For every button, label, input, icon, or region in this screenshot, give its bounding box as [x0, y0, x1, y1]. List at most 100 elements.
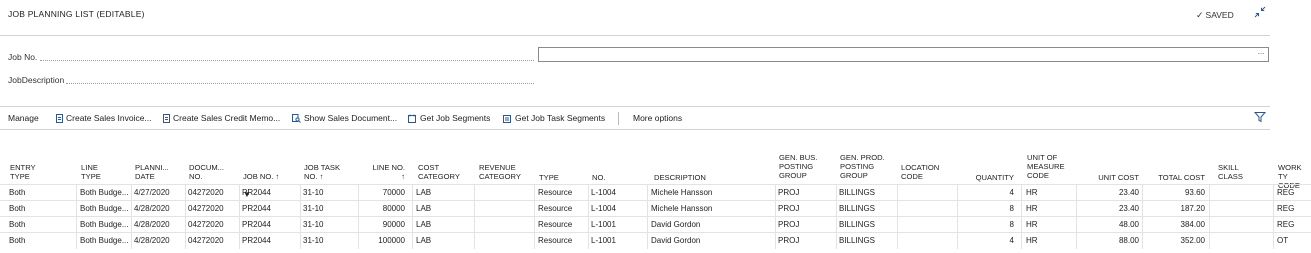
- cell-uom[interactable]: HR: [1026, 204, 1078, 213]
- cell-line-no[interactable]: 70000: [360, 188, 405, 197]
- collapse-icon[interactable]: [1254, 6, 1268, 20]
- cell-planning-date[interactable]: 4/28/2020: [134, 236, 186, 245]
- create-sales-invoice-button[interactable]: Create Sales Invoice...: [56, 113, 152, 123]
- cell-description[interactable]: Michele Hansson: [651, 204, 773, 213]
- col-line-type[interactable]: LINE TYPE: [81, 163, 101, 181]
- cell-line-type[interactable]: Both Budge...: [80, 220, 132, 229]
- cell-entry-type[interactable]: Both: [9, 220, 69, 229]
- col-line-no[interactable]: LINE NO. ↑: [360, 163, 406, 181]
- lookup-icon[interactable]: ···: [1258, 49, 1265, 58]
- cell-quantity[interactable]: 4: [960, 236, 1014, 245]
- cell-planning-date[interactable]: 4/27/2020: [134, 188, 186, 197]
- cell-unit-cost[interactable]: 48.00: [1080, 220, 1139, 229]
- cell-quantity[interactable]: 8: [960, 204, 1014, 213]
- cell-quantity[interactable]: 8: [960, 220, 1014, 229]
- cell-line-no[interactable]: 100000: [360, 236, 405, 245]
- table-row[interactable]: Both Both Budge... 4/28/2020 04272020 PR2044…: [0, 216, 1311, 233]
- cell-line-type[interactable]: Both Budge...: [80, 236, 132, 245]
- filter-icon[interactable]: [1254, 111, 1266, 123]
- table-row[interactable]: Both Both Budge... 4/27/2020 04272020 PR2044…: [0, 184, 1311, 201]
- cell-line-type[interactable]: Both Budge...: [80, 204, 132, 213]
- cell-entry-type[interactable]: Both: [9, 204, 69, 213]
- cell-work-type[interactable]: REG: [1277, 188, 1311, 197]
- col-planning-date[interactable]: PLANNI... DATE: [135, 163, 169, 181]
- col-total-cost[interactable]: TOTAL COST: [1145, 173, 1205, 182]
- col-unit-cost[interactable]: UNIT COST: [1080, 173, 1139, 182]
- col-location-code[interactable]: LOCATION CODE: [901, 163, 939, 181]
- more-options-button[interactable]: More options: [633, 113, 682, 123]
- cell-description[interactable]: David Gordon: [651, 236, 773, 245]
- cell-uom[interactable]: HR: [1026, 236, 1078, 245]
- create-sales-credit-memo-button[interactable]: Create Sales Credit Memo...: [163, 113, 280, 123]
- get-job-task-segments-button[interactable]: Get Job Task Segments: [503, 113, 605, 123]
- cell-type[interactable]: Resource: [538, 220, 590, 229]
- cell-document-no[interactable]: 04272020: [188, 204, 240, 213]
- col-job-task-no[interactable]: JOB TASK NO. ↑: [304, 163, 340, 181]
- col-quantity[interactable]: QUANTITY: [960, 173, 1014, 182]
- col-skill-class[interactable]: SKILL CLASS: [1218, 163, 1243, 181]
- col-description[interactable]: DESCRIPTION: [654, 173, 706, 182]
- cell-job-task-no[interactable]: 31-10: [303, 236, 358, 245]
- cell-document-no[interactable]: 04272020: [188, 236, 240, 245]
- cell-cost-category[interactable]: LAB: [416, 204, 472, 213]
- col-type[interactable]: TYPE: [539, 173, 559, 182]
- cell-job-no[interactable]: PR2044: [242, 188, 300, 197]
- cell-gen-bus[interactable]: PROJ: [778, 220, 836, 229]
- cell-line-no[interactable]: 80000: [360, 204, 405, 213]
- cell-type[interactable]: Resource: [538, 188, 590, 197]
- cell-no[interactable]: L-1001: [591, 236, 649, 245]
- cell-gen-prod[interactable]: BILLINGS: [839, 188, 897, 197]
- job-no-input[interactable]: ···: [538, 47, 1269, 62]
- cell-work-type[interactable]: REG: [1277, 220, 1311, 229]
- cell-gen-bus[interactable]: PROJ: [778, 204, 836, 213]
- cell-document-no[interactable]: 04272020: [188, 220, 240, 229]
- col-revenue-category[interactable]: REVENUE CATEGORY: [479, 163, 521, 181]
- cell-cost-category[interactable]: LAB: [416, 220, 472, 229]
- cell-planning-date[interactable]: 4/28/2020: [134, 220, 186, 229]
- cell-gen-prod[interactable]: BILLINGS: [839, 220, 897, 229]
- col-gen-bus-posting-group[interactable]: GEN. BUS. POSTING GROUP: [779, 153, 817, 180]
- cell-unit-cost[interactable]: 23.40: [1080, 204, 1139, 213]
- cell-unit-cost[interactable]: 88.00: [1080, 236, 1139, 245]
- cell-cost-category[interactable]: LAB: [416, 188, 472, 197]
- cell-total-cost[interactable]: 384.00: [1145, 220, 1205, 229]
- cell-job-no[interactable]: PR2044: [242, 204, 300, 213]
- cell-description[interactable]: David Gordon: [651, 220, 773, 229]
- manage-button[interactable]: Manage: [8, 113, 39, 123]
- cell-total-cost[interactable]: 352.00: [1145, 236, 1205, 245]
- get-job-segments-button[interactable]: Get Job Segments: [408, 113, 490, 123]
- cell-work-type[interactable]: REG: [1277, 204, 1311, 213]
- cell-gen-prod[interactable]: BILLINGS: [839, 204, 897, 213]
- cell-gen-bus[interactable]: PROJ: [778, 236, 836, 245]
- col-unit-of-measure-code[interactable]: UNIT OF MEASURE CODE: [1027, 153, 1065, 180]
- cell-type[interactable]: Resource: [538, 204, 590, 213]
- show-sales-document-button[interactable]: Show Sales Document...: [292, 113, 397, 123]
- cell-planning-date[interactable]: 4/28/2020: [134, 204, 186, 213]
- cell-entry-type[interactable]: Both: [9, 236, 69, 245]
- cell-document-no[interactable]: 04272020: [188, 188, 240, 197]
- col-gen-prod-posting-group[interactable]: GEN. PROD. POSTING GROUP: [840, 153, 885, 180]
- cell-job-task-no[interactable]: 31-10: [303, 204, 358, 213]
- cell-total-cost[interactable]: 93.60: [1145, 188, 1205, 197]
- cell-job-task-no[interactable]: 31-10: [303, 220, 358, 229]
- cell-cost-category[interactable]: LAB: [416, 236, 472, 245]
- col-entry-type[interactable]: ENTRY TYPE: [10, 163, 36, 181]
- col-document-no[interactable]: DOCUM... NO.: [189, 163, 224, 181]
- cell-job-task-no[interactable]: 31-10: [303, 188, 358, 197]
- cell-description[interactable]: Michele Hansson: [651, 188, 773, 197]
- cell-gen-prod[interactable]: BILLINGS: [839, 236, 897, 245]
- cell-unit-cost[interactable]: 23.40: [1080, 188, 1139, 197]
- cell-quantity[interactable]: 4: [960, 188, 1014, 197]
- cell-work-type[interactable]: OT: [1277, 236, 1311, 245]
- cell-line-type[interactable]: Both Budge...: [80, 188, 132, 197]
- cell-type[interactable]: Resource: [538, 236, 590, 245]
- cell-entry-type[interactable]: Both: [9, 188, 69, 197]
- cell-no[interactable]: L-1004: [591, 188, 649, 197]
- cell-line-no[interactable]: 90000: [360, 220, 405, 229]
- table-row[interactable]: Both Both Budge... 4/28/2020 04272020 PR2044…: [0, 232, 1311, 249]
- cell-uom[interactable]: HR: [1026, 220, 1078, 229]
- col-no[interactable]: NO.: [592, 173, 606, 182]
- cell-gen-bus[interactable]: PROJ: [778, 188, 836, 197]
- cell-total-cost[interactable]: 187.20: [1145, 204, 1205, 213]
- cell-job-no[interactable]: PR2044: [242, 236, 300, 245]
